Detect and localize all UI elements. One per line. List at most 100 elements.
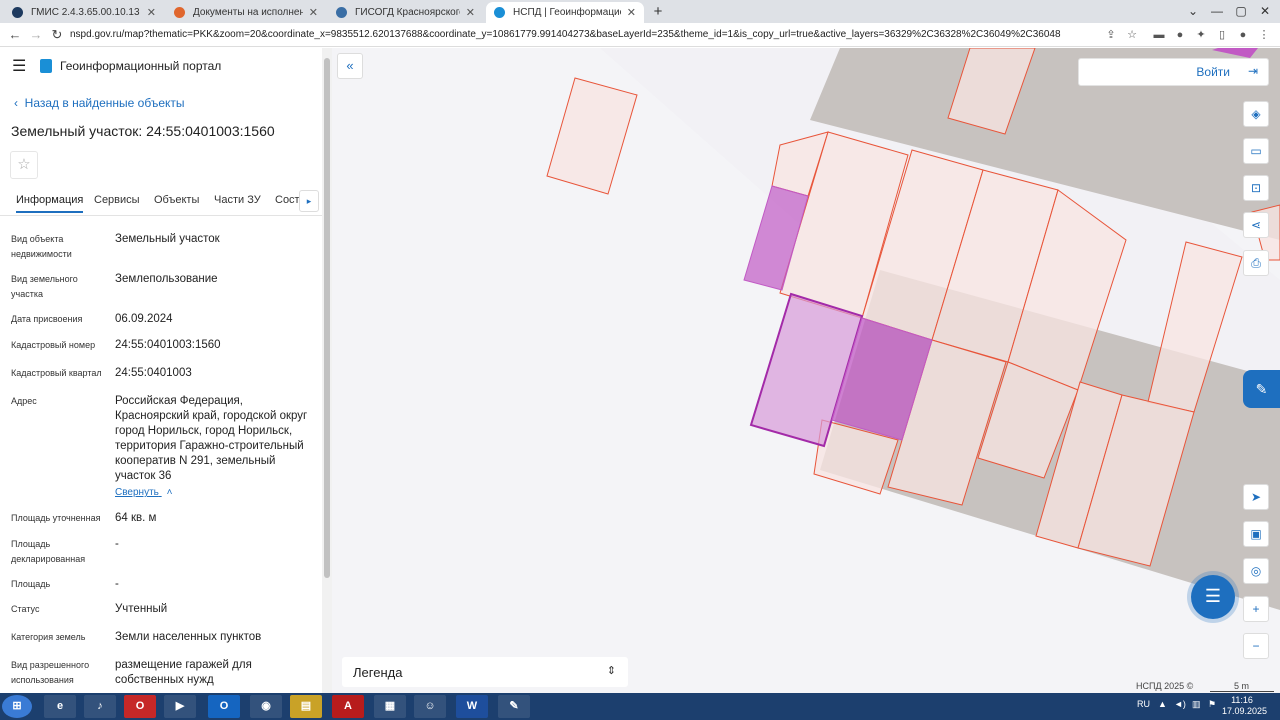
field-label: Статус [11, 604, 40, 614]
windows-taskbar: ⊞ e ♪ O ▶ O ◉ ▤ A ▦ ☺ W ✎ RU ▲ ◄) ▥ ⚑ 11… [0, 693, 1280, 720]
tab-label: Документы на исполнении [193, 7, 303, 18]
tool-app-icon[interactable]: ✎ [498, 695, 530, 718]
field-label: Площадь [11, 579, 51, 589]
reload-icon[interactable]: ↻ [48, 25, 66, 45]
network-icon[interactable]: ▥ [1192, 699, 1201, 710]
profile-icon[interactable]: ● [1235, 26, 1251, 44]
tabs-scroll-right-button[interactable]: ▸ [299, 190, 319, 212]
back-link-label: Назад в найденные объекты [24, 96, 185, 110]
field-value: 64 кв. м [115, 512, 157, 524]
close-tab-icon[interactable]: ✕ [147, 6, 156, 19]
word-icon[interactable]: W [456, 695, 488, 718]
object-info-panel: ☰ Геоинформационный портал ‹ Назад в най… [0, 48, 322, 693]
back-icon[interactable]: ← [6, 25, 24, 45]
field-value: размещение гаражей для собственных нужд [115, 659, 252, 686]
file-explorer-icon[interactable]: ▤ [290, 695, 322, 718]
legend-label: Легенда [353, 665, 403, 680]
tab-favicon-icon [336, 7, 347, 18]
menu-dots-icon[interactable]: ⋮ [1256, 26, 1272, 44]
field-label: Площадь уточненная [11, 513, 101, 523]
collapse-address-link[interactable]: Свернуть ˄ [115, 487, 172, 498]
language-indicator[interactable]: RU [1137, 699, 1150, 709]
new-tab-button[interactable]: + [649, 3, 667, 21]
acrobat-icon[interactable]: A [332, 695, 364, 718]
collapse-panel-button[interactable]: « [337, 53, 363, 79]
extensions-puzzle-icon[interactable]: ✦ [1193, 26, 1209, 44]
field-value: Землепользование [115, 273, 218, 285]
media-player-icon[interactable]: ▶ [164, 695, 196, 718]
panel-scrollbar[interactable] [322, 48, 332, 693]
select-area-icon[interactable]: ⊡ [1243, 175, 1269, 201]
field-label: Площадь декларированная [11, 539, 86, 564]
back-to-results-link[interactable]: ‹ Назад в найденные объекты [14, 96, 185, 110]
tab-information[interactable]: Информация [16, 194, 84, 213]
bird-app-icon[interactable]: ♪ [84, 695, 116, 718]
favorite-star-button[interactable]: ☆ [10, 151, 38, 179]
hamburger-menu-icon[interactable]: ☰ [12, 56, 30, 76]
tab-search-icon[interactable]: ⌄ [1182, 0, 1204, 22]
tab-services[interactable]: Сервисы [94, 194, 140, 206]
extension-icon[interactable]: ▬ [1151, 26, 1167, 44]
maximize-icon[interactable]: ▢ [1230, 0, 1252, 22]
panel-tabs: Информация Сервисы Объекты Части ЗУ Сост… [0, 190, 322, 216]
forward-icon[interactable]: → [27, 25, 45, 45]
locate-arrow-icon[interactable]: ➤ [1243, 484, 1269, 510]
chat-icon[interactable]: ☰ [1191, 575, 1235, 619]
ruler-icon[interactable]: ▭ [1243, 138, 1269, 164]
close-tab-icon[interactable]: ✕ [466, 6, 475, 19]
tray-arrow-icon[interactable]: ▲ [1158, 699, 1167, 709]
minimap-icon[interactable]: ▣ [1243, 521, 1269, 547]
field-value: - [115, 578, 119, 590]
chevron-left-icon: ‹ [14, 96, 25, 110]
close-window-icon[interactable]: ✕ [1254, 0, 1276, 22]
field-label: Адрес [11, 396, 37, 406]
legend-bar[interactable]: Легенда ⇕ [342, 657, 628, 687]
browser-tab[interactable]: Документы на исполнении ✕ [166, 2, 326, 23]
cadastral-map[interactable] [332, 48, 1280, 693]
start-button-icon[interactable]: ⊞ [2, 695, 32, 718]
field-value: Учтенный [115, 603, 168, 615]
share-icon[interactable]: ⋖ [1243, 212, 1269, 238]
url-input[interactable]: nspd.gov.ru/map?thematic=PKK&zoom=20&coo… [70, 26, 1090, 44]
clock-date: 17.09.2025 [1222, 706, 1268, 716]
share-icon[interactable]: ⇪ [1103, 26, 1119, 44]
layers-icon[interactable]: ◈ [1243, 101, 1269, 127]
scrollbar-thumb[interactable] [324, 58, 330, 578]
close-tab-icon[interactable]: ✕ [309, 6, 318, 19]
tab-objects[interactable]: Объекты [154, 194, 199, 206]
browser-tab[interactable]: ГИСОГД Красноярского края ✕ [328, 2, 483, 23]
zoom-out-button[interactable]: − [1243, 633, 1269, 659]
clock-time: 11:16 [1231, 695, 1253, 705]
tab-favicon-icon [12, 7, 23, 18]
minimize-icon[interactable]: — [1206, 0, 1228, 22]
print-icon[interactable]: ⎙ [1243, 250, 1269, 276]
field-value: 24:55:0401003:1560 [115, 339, 221, 351]
copyright-text: НСПД 2025 © [1136, 681, 1194, 691]
outlook-icon[interactable]: O [208, 695, 240, 718]
app-icon[interactable]: ☺ [414, 695, 446, 718]
feedback-tab-icon[interactable]: ✎ [1243, 370, 1280, 408]
extension-icon[interactable]: ● [1172, 26, 1188, 44]
tab-label: ГИСОГД Красноярского края [355, 7, 460, 18]
system-clock[interactable]: 11:16 17.09.2025 [1222, 695, 1268, 717]
archive-icon[interactable]: ▦ [374, 695, 406, 718]
side-panel-icon[interactable]: ▯ [1214, 26, 1230, 44]
zoom-in-button[interactable]: + [1243, 596, 1269, 622]
bookmark-star-icon[interactable]: ☆ [1124, 26, 1140, 44]
field-value: 06.09.2024 [115, 313, 173, 325]
browser-tab-active[interactable]: НСПД | Геоинформационный п ✕ [486, 2, 644, 23]
ie-icon[interactable]: e [44, 695, 76, 718]
map-canvas[interactable] [332, 48, 1280, 693]
tab-favicon-icon [494, 7, 505, 18]
opera-icon[interactable]: O [124, 695, 156, 718]
login-button[interactable]: Войти ⇥ [1078, 58, 1269, 86]
flag-icon[interactable]: ⚑ [1208, 699, 1216, 710]
chrome-icon[interactable]: ◉ [250, 695, 282, 718]
volume-icon[interactable]: ◄) [1174, 699, 1186, 709]
close-tab-icon[interactable]: ✕ [627, 6, 636, 19]
field-value: - [115, 538, 119, 550]
tab-parcel-parts[interactable]: Части ЗУ [214, 194, 261, 206]
geolocation-icon[interactable]: ◎ [1243, 558, 1269, 584]
address-value: Российская Федерация, Красноярский край,… [115, 395, 308, 482]
browser-tab[interactable]: ГМИС 2.4.3.65.00.10.13 ✕ [4, 2, 164, 23]
